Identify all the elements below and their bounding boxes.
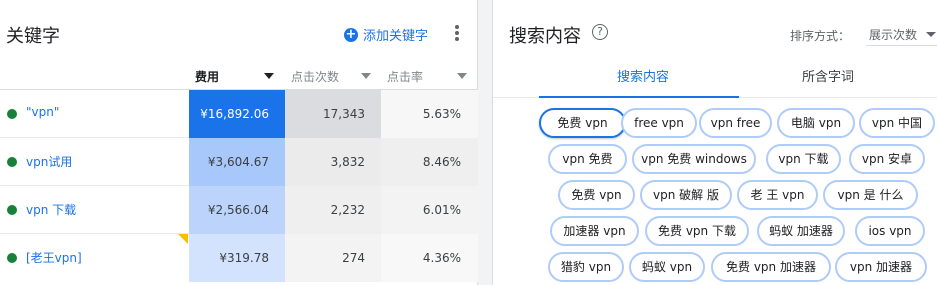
add-keyword-button[interactable]: + 添加关键字 bbox=[344, 25, 428, 44]
search-term-chip[interactable]: 电脑 vpn bbox=[777, 108, 855, 138]
search-term-chip[interactable]: 免费 vpn 加速器 bbox=[711, 252, 831, 282]
column-headers: 费用 点击次数 点击率 bbox=[0, 62, 478, 90]
tab-search-terms[interactable]: 搜索内容 bbox=[617, 66, 669, 86]
keyword-table: "vpn" ¥16,892.06 17,343 5.63% vpn试用 ¥3,6… bbox=[0, 90, 478, 282]
more-vert-icon[interactable] bbox=[452, 22, 462, 44]
ctr-cell: 4.36% bbox=[381, 234, 478, 282]
cost-column-label: 费用 bbox=[195, 69, 220, 84]
keyword-link[interactable]: vpn 下载 bbox=[26, 201, 76, 218]
cost-cell: ¥3,604.67 bbox=[189, 138, 285, 186]
sort-arrow-icon bbox=[457, 73, 467, 79]
keyword-link[interactable]: vpn试用 bbox=[26, 153, 72, 170]
table-row[interactable]: "vpn" ¥16,892.06 17,343 5.63% bbox=[0, 90, 478, 138]
search-term-chip[interactable]: vpn 安卓 bbox=[849, 144, 925, 174]
sort-value: 展示次数 bbox=[869, 28, 918, 42]
sort-label: 排序方式： bbox=[790, 29, 851, 43]
search-term-chip[interactable]: 蚂蚁 vpn bbox=[629, 252, 705, 282]
search-term-chip[interactable]: ios vpn bbox=[855, 216, 925, 246]
cost-cell: ¥319.78 bbox=[189, 234, 285, 282]
help-circle-icon[interactable]: ? bbox=[592, 24, 608, 40]
search-term-chip[interactable]: vpn 破解 版 bbox=[640, 180, 732, 210]
search-term-chip[interactable]: vpn 下载 bbox=[766, 144, 841, 174]
keyword-link[interactable]: "vpn" bbox=[26, 105, 59, 119]
status-dot-icon bbox=[7, 157, 17, 167]
tab-contained-words[interactable]: 所含字词 bbox=[802, 66, 854, 86]
sort-arrow-icon bbox=[264, 73, 274, 79]
clicks-cell: 274 bbox=[285, 234, 381, 282]
clicks-cell: 3,832 bbox=[285, 138, 381, 186]
clicks-column-label: 点击次数 bbox=[291, 69, 340, 84]
sort-dropdown[interactable]: 展示次数 bbox=[866, 22, 937, 46]
chevron-down-icon bbox=[926, 32, 936, 37]
status-dot-icon bbox=[7, 109, 17, 119]
search-term-chip[interactable]: 免费 vpn 下载 bbox=[645, 216, 749, 246]
keywords-title: 关键字 bbox=[6, 26, 60, 47]
clicks-cell: 17,343 bbox=[285, 90, 381, 138]
add-keyword-label: 添加关键字 bbox=[363, 29, 429, 44]
ctr-column-label: 点击率 bbox=[387, 69, 424, 84]
search-term-chip[interactable]: 加速器 vpn bbox=[550, 216, 639, 246]
search-term-chip[interactable]: vpn free bbox=[699, 108, 772, 138]
search-term-chip[interactable]: free vpn bbox=[621, 108, 697, 138]
search-term-chip[interactable]: 蚂蚁 加速器 bbox=[757, 216, 845, 246]
search-term-chip[interactable]: 免费 vpn bbox=[558, 180, 635, 210]
status-dot-icon bbox=[7, 253, 17, 263]
cost-cell: ¥16,892.06 bbox=[189, 90, 285, 138]
clicks-cell: 2,232 bbox=[285, 186, 381, 234]
notice-flag-icon bbox=[178, 234, 188, 244]
search-terms-panel: 搜索内容 ? 排序方式： 展示次数 搜索内容 所含字词 免费 vpn free … bbox=[492, 0, 937, 285]
clicks-column-header[interactable]: 点击次数 bbox=[291, 62, 377, 90]
search-term-chip[interactable]: 老 王 vpn bbox=[737, 180, 818, 210]
app-root: 关键字 + 添加关键字 费用 点击次数 点击率 "vpn" ¥16,892.06… bbox=[0, 0, 937, 285]
search-term-chip[interactable]: 猎豹 vpn bbox=[548, 252, 624, 282]
search-term-chip[interactable]: vpn 中国 bbox=[859, 108, 935, 138]
search-term-chip[interactable]: vpn 加速器 bbox=[835, 252, 927, 282]
ctr-cell: 8.46% bbox=[381, 138, 478, 186]
plus-circle-icon: + bbox=[344, 26, 358, 42]
ctr-cell: 6.01% bbox=[381, 186, 478, 234]
cost-column-header[interactable]: 费用 bbox=[195, 62, 281, 90]
table-row[interactable]: vpn试用 ¥3,604.67 3,832 8.46% bbox=[0, 138, 478, 186]
search-term-chip[interactable]: vpn 免费 windows bbox=[632, 144, 756, 174]
keywords-panel: 关键字 + 添加关键字 费用 点击次数 点击率 "vpn" ¥16,892.06… bbox=[0, 0, 478, 285]
keywords-header: 关键字 + 添加关键字 bbox=[0, 0, 477, 62]
table-row[interactable]: [老王vpn] ¥319.78 274 4.36% bbox=[0, 234, 478, 282]
table-row[interactable]: vpn 下载 ¥2,566.04 2,232 6.01% bbox=[0, 186, 478, 234]
ctr-cell: 5.63% bbox=[381, 90, 478, 138]
tab-indicator bbox=[539, 96, 739, 98]
keyword-link[interactable]: [老王vpn] bbox=[26, 249, 82, 266]
ctr-column-header[interactable]: 点击率 bbox=[387, 62, 473, 90]
search-term-chip[interactable]: vpn 免费 bbox=[548, 144, 627, 174]
search-terms-title: 搜索内容 bbox=[509, 26, 581, 47]
status-dot-icon bbox=[7, 205, 17, 215]
search-term-chip[interactable]: vpn 是 什么 bbox=[823, 180, 918, 210]
sort-arrow-icon bbox=[361, 73, 371, 79]
search-term-chip[interactable]: 免费 vpn bbox=[539, 108, 626, 138]
cost-cell: ¥2,566.04 bbox=[189, 186, 285, 234]
